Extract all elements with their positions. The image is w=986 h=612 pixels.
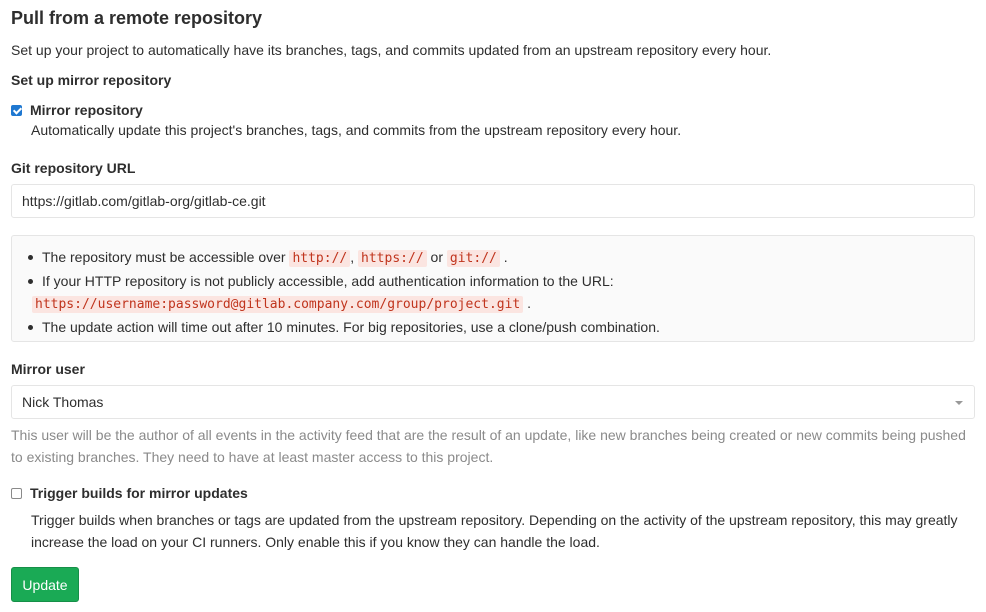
mirror-repository-label[interactable]: Mirror repository xyxy=(30,102,143,118)
info-text: If your HTTP repository is not publicly … xyxy=(42,273,614,289)
mirror-repository-row[interactable]: Mirror repository xyxy=(11,102,143,118)
code-http: http:// xyxy=(289,250,351,267)
info-text: The update action will time out after 10… xyxy=(42,319,660,335)
trigger-builds-row[interactable]: Trigger builds for mirror updates xyxy=(11,485,248,501)
git-url-input[interactable] xyxy=(11,184,975,218)
period: . xyxy=(527,295,532,311)
separator: , xyxy=(350,249,355,265)
code-https: https:// xyxy=(358,250,427,267)
mirror-repository-checkbox[interactable] xyxy=(11,105,22,116)
section-description: Set up your project to automatically hav… xyxy=(11,42,772,58)
git-url-label: Git repository URL xyxy=(11,160,136,176)
mirror-user-selected-value: Nick Thomas xyxy=(22,394,104,410)
mirror-user-label: Mirror user xyxy=(11,361,85,377)
trigger-builds-help: Trigger builds when branches or tags are… xyxy=(31,512,958,550)
requirements-list: The repository must be accessible over h… xyxy=(28,246,660,338)
bullet-icon xyxy=(28,255,33,260)
list-item-continuation: https://username:password@gitlab.company… xyxy=(28,292,660,316)
mirror-user-help: This user will be the author of all even… xyxy=(11,427,966,465)
mirror-repository-help: Automatically update this project's bran… xyxy=(31,122,682,138)
list-item: The repository must be accessible over h… xyxy=(28,246,660,270)
list-item: If your HTTP repository is not publicly … xyxy=(28,270,660,292)
code-git: git:// xyxy=(446,250,500,267)
list-item: The update action will time out after 10… xyxy=(28,316,660,338)
mirror-setup-heading: Set up mirror repository xyxy=(11,72,172,88)
info-text: The repository must be accessible over xyxy=(42,249,286,265)
code-auth-url: https://username:password@gitlab.company… xyxy=(32,296,524,313)
trigger-builds-label[interactable]: Trigger builds for mirror updates xyxy=(30,485,248,501)
bullet-icon xyxy=(28,279,33,284)
update-button[interactable]: Update xyxy=(11,567,79,602)
url-requirements-info: The repository must be accessible over h… xyxy=(11,235,975,342)
bullet-icon xyxy=(28,325,33,330)
caret-down-icon[interactable] xyxy=(955,401,963,405)
trigger-builds-checkbox[interactable] xyxy=(11,488,22,499)
section-title: Pull from a remote repository xyxy=(11,8,263,28)
separator: or xyxy=(430,249,443,265)
period: . xyxy=(503,249,508,265)
mirror-user-select[interactable]: Nick Thomas xyxy=(11,385,975,419)
